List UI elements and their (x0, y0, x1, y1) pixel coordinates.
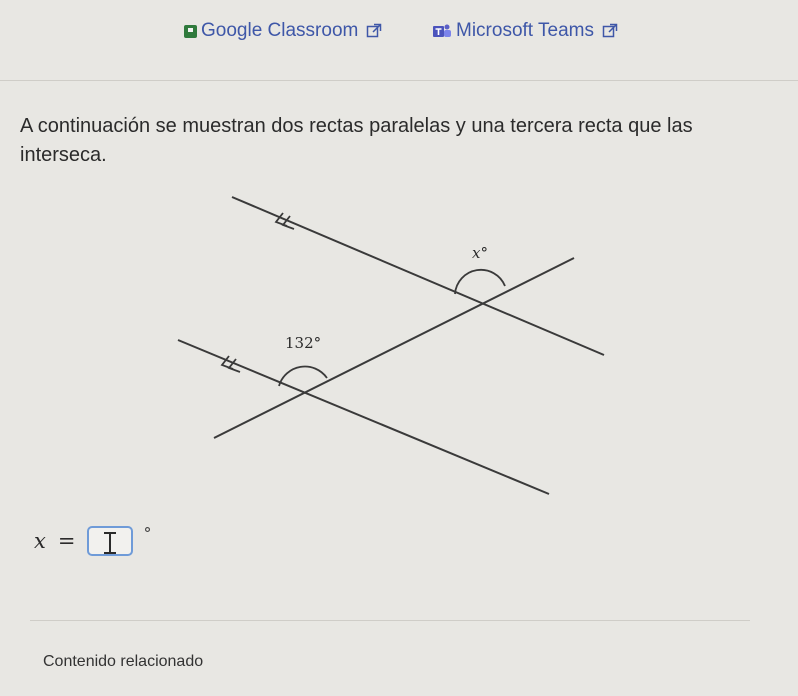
answer-equals-sign: = (57, 529, 76, 553)
degree-unit: ° (143, 523, 152, 543)
unknown-angle-label: x° (472, 244, 488, 262)
known-angle-arc (278, 365, 328, 387)
transversal-line (213, 257, 575, 439)
answer-variable: x (34, 529, 46, 553)
parallel-mark-upper (274, 212, 295, 230)
footer-divider (30, 620, 750, 621)
upper-parallel-line (231, 196, 605, 356)
known-angle-label: 132° (285, 334, 321, 352)
parallel-lines-diagram: x° 132° (177, 196, 605, 495)
related-content-heading[interactable]: Contenido relacionado (43, 653, 203, 671)
answer-input[interactable] (87, 526, 134, 556)
answer-row: x = ° (34, 523, 152, 556)
text-cursor-icon (104, 532, 117, 554)
unknown-angle-arc (454, 269, 506, 295)
